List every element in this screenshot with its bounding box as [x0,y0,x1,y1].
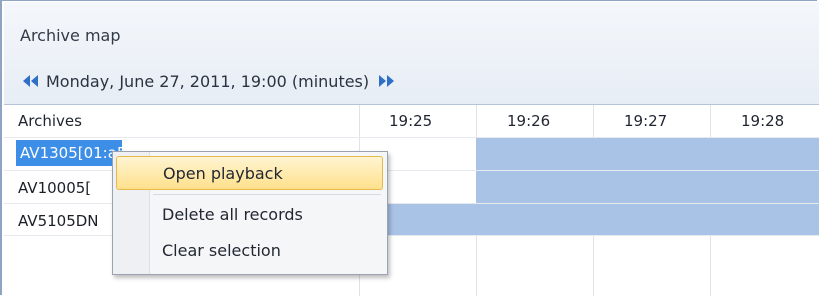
clear-selection-menu-item[interactable]: Clear selection [116,234,383,268]
record-bar[interactable] [476,171,819,203]
delete-all-records-menu-item[interactable]: Delete all records [116,198,383,232]
menu-separator [153,194,381,195]
date-navigator: Monday, June 27, 2011, 19:00 (minutes) [20,70,397,92]
next-icon[interactable] [375,70,397,92]
archive-row-label[interactable]: AV10005[ [18,175,114,201]
record-bar[interactable] [334,204,819,235]
context-menu: Open playback Delete all records Clear s… [112,151,388,275]
archive-row-label[interactable]: AV1305[01:a5] [16,140,122,166]
panel-title: Archive map [20,26,121,45]
archive-map-header: Archive map Monday, June 27, 2011, 19:00… [4,2,819,105]
time-column-header: 19:25 [389,112,433,130]
archive-row-label[interactable]: AV5105DN [18,208,114,234]
time-column-header: 19:26 [507,112,551,130]
open-playback-menu-item[interactable]: Open playback [116,156,383,190]
record-bar[interactable] [476,138,819,170]
time-column-header: 19:28 [741,112,785,130]
previous-icon[interactable] [20,70,42,92]
current-date-label: Monday, June 27, 2011, 19:00 (minutes) [46,71,370,91]
time-column-header: 19:27 [624,112,668,130]
archives-column-header: Archives [18,112,82,130]
